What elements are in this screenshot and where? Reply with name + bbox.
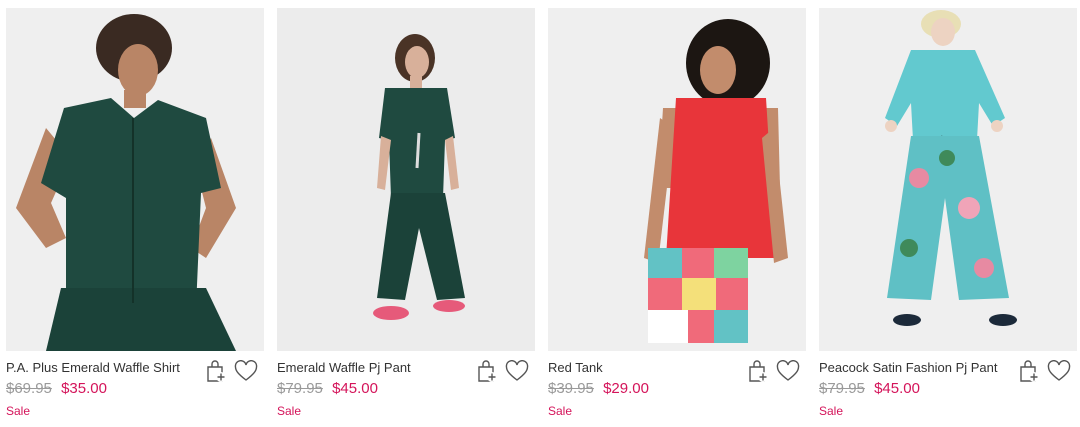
bag-plus-icon (207, 360, 226, 382)
price-row: $79.95 $45.00 (819, 380, 920, 397)
add-to-bag-button[interactable] (746, 359, 770, 383)
product-name[interactable]: Emerald Waffle Pj Pant (277, 360, 411, 375)
product-image[interactable] (277, 8, 535, 351)
product-card[interactable]: Emerald Waffle Pj Pant $79.95 $45.00 Sal… (277, 8, 535, 421)
wishlist-button[interactable] (234, 359, 258, 383)
sale-badge: Sale (548, 404, 573, 418)
product-actions (204, 359, 258, 383)
wishlist-button[interactable] (776, 359, 800, 383)
price-row: $69.95 $35.00 (6, 380, 107, 397)
product-name[interactable]: P.A. Plus Emerald Waffle Shirt (6, 360, 180, 375)
was-price: $69.95 (6, 380, 52, 397)
product-card[interactable]: Peacock Satin Fashion Pj Pant $79.95 $45… (819, 8, 1077, 421)
sale-badge: Sale (6, 404, 31, 418)
product-name[interactable]: Peacock Satin Fashion Pj Pant (819, 360, 998, 375)
add-to-bag-button[interactable] (1017, 359, 1041, 383)
product-image[interactable] (819, 8, 1077, 351)
product-card[interactable]: Red Tank $39.95 $29.00 Sale (548, 8, 806, 421)
product-info: Emerald Waffle Pj Pant $79.95 $45.00 Sal… (277, 351, 535, 421)
wishlist-button[interactable] (1047, 359, 1071, 383)
sale-badge: Sale (819, 404, 844, 418)
bag-plus-icon (478, 360, 497, 382)
price-row: $79.95 $45.00 (277, 380, 378, 397)
sale-price: $45.00 (332, 380, 378, 397)
sale-price: $29.00 (603, 380, 649, 397)
heart-icon (776, 360, 800, 381)
heart-icon (505, 360, 529, 381)
price-row: $39.95 $29.00 (548, 380, 649, 397)
sale-badge: Sale (277, 404, 302, 418)
product-card[interactable]: P.A. Plus Emerald Waffle Shirt $69.95 $3… (6, 8, 264, 421)
bag-plus-icon (1020, 360, 1039, 382)
product-actions (746, 359, 800, 383)
was-price: $79.95 (819, 380, 865, 397)
sale-price: $35.00 (61, 380, 107, 397)
product-info: P.A. Plus Emerald Waffle Shirt $69.95 $3… (6, 351, 264, 421)
was-price: $79.95 (277, 380, 323, 397)
add-to-bag-button[interactable] (204, 359, 228, 383)
bag-plus-icon (749, 360, 768, 382)
product-image[interactable] (548, 8, 806, 351)
heart-icon (234, 360, 258, 381)
was-price: $39.95 (548, 380, 594, 397)
product-info: Red Tank $39.95 $29.00 Sale (548, 351, 806, 421)
product-image[interactable] (6, 8, 264, 351)
add-to-bag-button[interactable] (475, 359, 499, 383)
product-actions (475, 359, 529, 383)
product-actions (1017, 359, 1071, 383)
sale-price: $45.00 (874, 380, 920, 397)
heart-icon (1047, 360, 1071, 381)
product-name[interactable]: Red Tank (548, 360, 603, 375)
product-info: Peacock Satin Fashion Pj Pant $79.95 $45… (819, 351, 1077, 421)
wishlist-button[interactable] (505, 359, 529, 383)
product-grid: P.A. Plus Emerald Waffle Shirt $69.95 $3… (6, 8, 1077, 421)
